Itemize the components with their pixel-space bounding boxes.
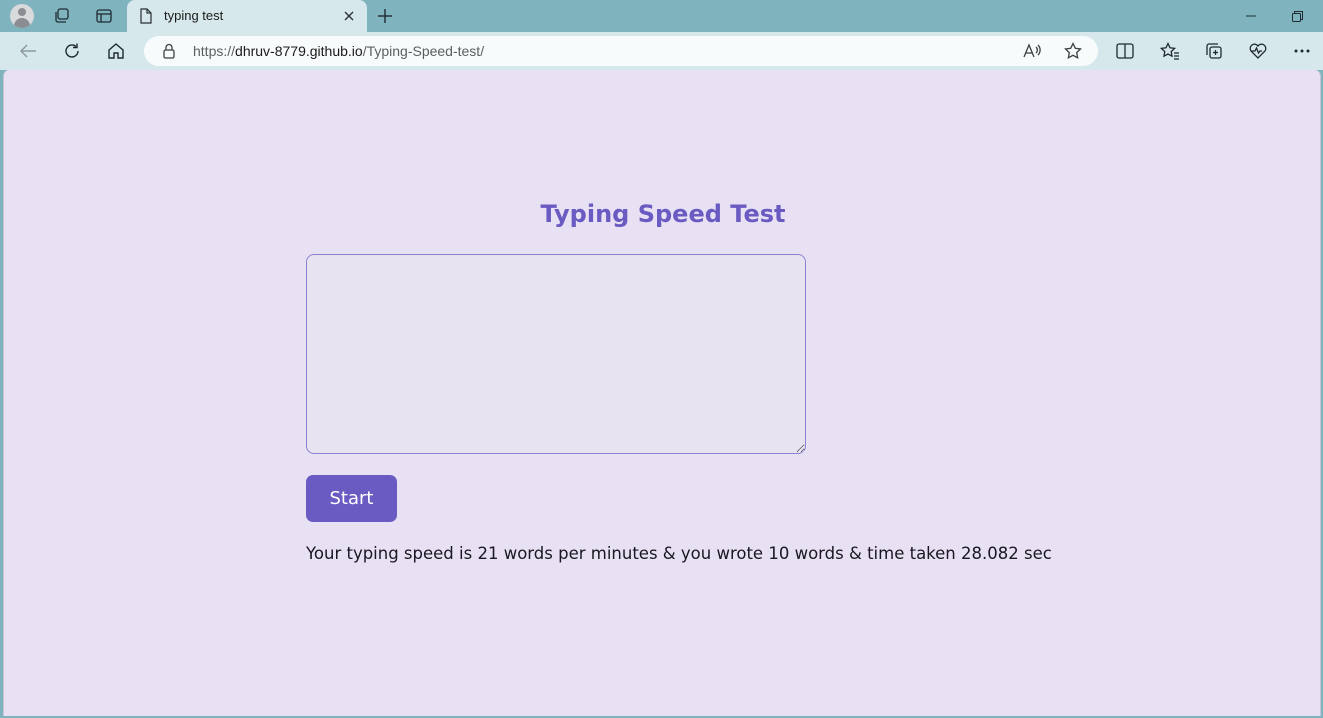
vertical-tabs-button[interactable] xyxy=(88,3,120,29)
tab-strip: typing test xyxy=(0,0,1323,32)
start-button[interactable]: Start xyxy=(306,475,397,522)
url-path: /Typing-Speed-test/ xyxy=(362,43,485,59)
collections-icon xyxy=(1206,43,1222,59)
collections-button[interactable] xyxy=(1199,36,1229,66)
favorite-star-button[interactable] xyxy=(1061,39,1085,63)
avatar xyxy=(10,4,34,28)
minimize-button[interactable] xyxy=(1228,0,1274,32)
back-arrow-icon xyxy=(20,44,36,58)
active-tab[interactable]: typing test xyxy=(127,0,367,32)
url-text[interactable]: https://dhruv-8779.github.io/Typing-Spee… xyxy=(193,43,484,59)
tab-close-button[interactable] xyxy=(339,6,359,26)
url-host: dhruv-8779.github.io xyxy=(235,43,363,59)
read-aloud-icon xyxy=(1023,43,1041,58)
refresh-button[interactable] xyxy=(57,36,87,66)
restore-button[interactable] xyxy=(1274,0,1320,32)
new-tab-button[interactable] xyxy=(369,3,401,29)
browser-essentials-button[interactable] xyxy=(1243,36,1273,66)
star-icon xyxy=(1064,42,1082,60)
workspaces-button[interactable] xyxy=(46,3,78,29)
restore-icon xyxy=(1291,10,1303,22)
result-text: Your typing speed is 21 words per minute… xyxy=(306,544,1052,563)
tab-title: typing test xyxy=(164,8,224,23)
home-button[interactable] xyxy=(101,36,131,66)
url-prefix: https:// xyxy=(193,43,236,59)
split-screen-icon xyxy=(1116,43,1134,59)
plus-icon xyxy=(378,9,392,23)
favorites-button[interactable] xyxy=(1155,36,1185,66)
minimize-icon xyxy=(1246,15,1256,17)
refresh-icon xyxy=(65,43,79,58)
lock-icon[interactable] xyxy=(162,43,176,59)
profile-avatar-button[interactable] xyxy=(6,3,38,29)
favorites-icon xyxy=(1160,42,1179,60)
page-title: Typing Speed Test xyxy=(540,200,786,228)
page-viewport: Typing Speed Test Start Your typing spee… xyxy=(3,70,1321,716)
heart-pulse-icon xyxy=(1249,43,1267,59)
workspaces-icon xyxy=(55,8,69,23)
page-icon xyxy=(139,8,153,24)
typing-textarea[interactable] xyxy=(306,254,806,454)
close-icon xyxy=(344,11,354,21)
browser-toolbar: https://dhruv-8779.github.io/Typing-Spee… xyxy=(0,32,1323,70)
read-aloud-button[interactable] xyxy=(1021,39,1045,63)
address-bar[interactable]: https://dhruv-8779.github.io/Typing-Spee… xyxy=(144,36,1098,66)
home-icon xyxy=(108,43,124,59)
tab-actions-icon xyxy=(96,9,112,23)
split-screen-button[interactable] xyxy=(1110,36,1140,66)
settings-more-button[interactable] xyxy=(1287,36,1317,66)
more-options-icon xyxy=(1294,49,1310,53)
back-button[interactable] xyxy=(13,36,43,66)
